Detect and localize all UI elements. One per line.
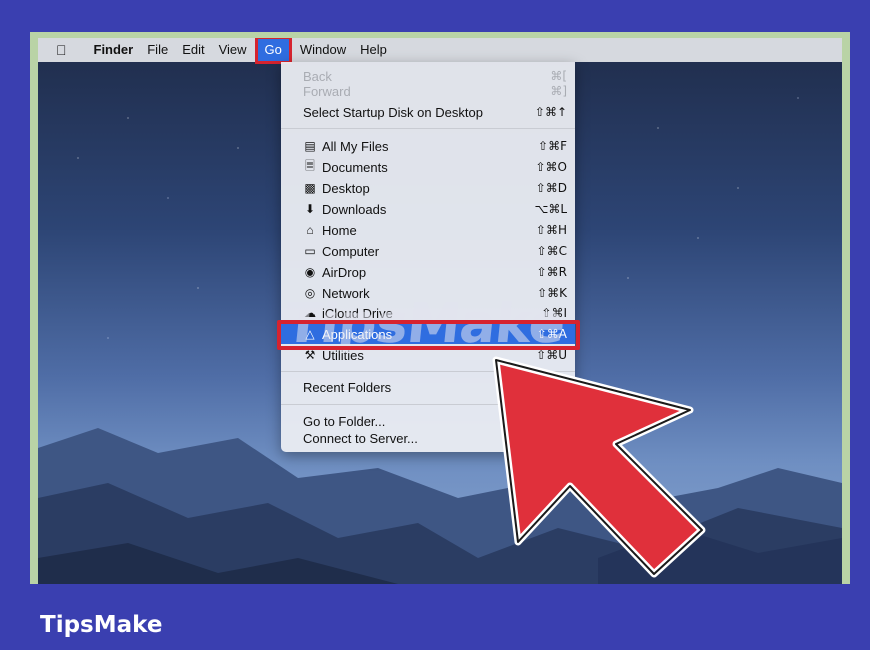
menu-finder[interactable]: Finder	[87, 38, 141, 62]
menu-item-shortcut: ⇧⌘H	[535, 223, 567, 237]
menu-item-computer[interactable]: ▭ Computer ⇧⌘C	[281, 241, 575, 261]
desktop-icon: ▩	[304, 181, 316, 195]
airdrop-icon: ◉	[304, 265, 316, 279]
apple-icon[interactable]: 	[56, 38, 67, 62]
menu-item-shortcut: ⇧⌘↑	[534, 105, 567, 119]
menu-item-label: Connect to Server...	[303, 430, 418, 446]
menu-item-label: AirDrop	[322, 264, 367, 280]
menu-item-shortcut: ⇧⌘C	[536, 244, 567, 258]
menu-item-label: Desktop	[322, 180, 370, 196]
menu-item-downloads[interactable]: ⬇ Downloads ⌥⌘L	[281, 199, 575, 219]
computer-icon: ▭	[304, 244, 316, 258]
menu-item-shortcut: ⌥⌘L	[534, 202, 567, 216]
menu-item-forward[interactable]: Forward ⌘]	[281, 81, 575, 101]
menu-item-label: Home	[322, 222, 357, 238]
downloads-icon: ⬇	[304, 202, 316, 216]
menu-file[interactable]: File	[140, 38, 175, 62]
menu-item-shortcut: ⇧⌘F	[538, 139, 567, 153]
menu-item-airdrop[interactable]: ◉ AirDrop ⇧⌘R	[281, 262, 575, 282]
menu-item-all-my-files[interactable]: ▤ All My Files ⇧⌘F	[281, 136, 575, 156]
menu-item-shortcut: ⌘]	[550, 84, 567, 98]
documents-icon: 🗏	[305, 158, 315, 173]
menu-item-label: Select Startup Disk on Desktop	[303, 104, 483, 120]
menu-item-shortcut: ⇧⌘R	[536, 265, 567, 279]
menu-bar:  Finder File Edit View Go Window Help	[38, 38, 842, 64]
menu-item-documents[interactable]: 🗏 Documents ⇧⌘O	[281, 157, 575, 177]
menu-item-label: All My Files	[322, 138, 389, 154]
menu-go[interactable]: Go	[254, 38, 292, 64]
menu-item-label: Forward	[303, 83, 351, 99]
applications-highlight-box	[277, 320, 580, 350]
brand-logo: TipsMake	[40, 612, 163, 638]
menu-item-label: Documents	[322, 159, 388, 175]
menu-item-shortcut: ⇧⌘O	[535, 160, 568, 174]
menu-item-desktop[interactable]: ▩ Desktop ⇧⌘D	[281, 178, 575, 198]
menu-window[interactable]: Window	[293, 38, 353, 62]
menu-help[interactable]: Help	[353, 38, 394, 62]
menu-separator	[281, 128, 575, 129]
home-icon: ⌂	[306, 223, 314, 237]
menu-item-home[interactable]: ⌂ Home ⇧⌘H	[281, 220, 575, 240]
menu-item-select-startup-disk[interactable]: Select Startup Disk on Desktop ⇧⌘↑	[281, 102, 575, 122]
menu-view[interactable]: View	[212, 38, 254, 62]
menu-item-label: Recent Folders	[303, 379, 392, 395]
all-my-files-icon: ▤	[304, 139, 316, 153]
menu-item-label: Downloads	[322, 201, 387, 217]
red-pointer-arrow-icon	[492, 356, 706, 578]
menu-edit[interactable]: Edit	[175, 38, 211, 62]
menu-item-label: Go to Folder...	[303, 413, 386, 429]
menu-item-shortcut: ⇧⌘D	[535, 181, 567, 195]
menu-item-label: Computer	[322, 243, 380, 259]
